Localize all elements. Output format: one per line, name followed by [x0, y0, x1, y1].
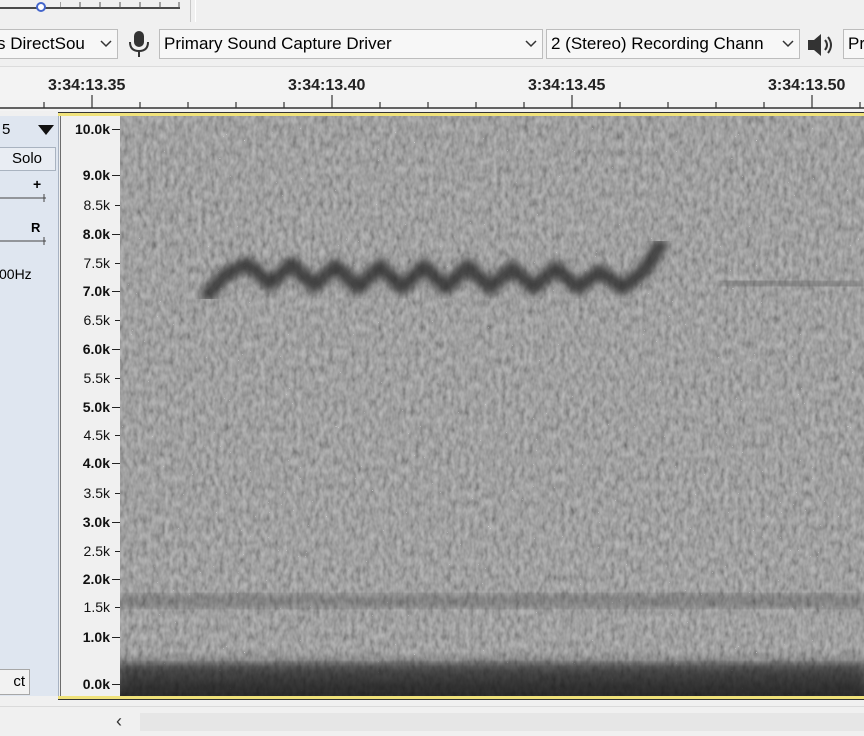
- select-button[interactable]: ct: [0, 669, 30, 695]
- dropdown-arrow-icon: [38, 125, 54, 135]
- frequency-tick: [112, 291, 120, 292]
- chevron-down-icon: [100, 40, 112, 48]
- frequency-label: 5.0k: [82, 399, 110, 415]
- scroll-track[interactable]: [140, 713, 864, 731]
- track-menu-button[interactable]: 5: [0, 118, 58, 142]
- frequency-label: 4.0k: [82, 455, 110, 471]
- recording-channels-select[interactable]: 2 (Stereo) Recording Chann: [546, 29, 800, 59]
- frequency-label: 4.5k: [83, 427, 110, 443]
- toolbar-divider: [195, 0, 196, 22]
- track-control-panel: 5 Solo + R 00Hz ct: [0, 116, 59, 696]
- speaker-icon: [808, 34, 832, 56]
- gain-slider[interactable]: [0, 193, 46, 203]
- frequency-tick: [112, 175, 120, 176]
- frequency-tick: [112, 463, 120, 464]
- frequency-label: 0.0k: [82, 676, 110, 692]
- recording-device-select[interactable]: Primary Sound Capture Driver: [159, 29, 543, 59]
- microphone-icon: [129, 31, 149, 57]
- solo-button[interactable]: Solo: [0, 147, 56, 171]
- track-name: 5: [2, 121, 11, 138]
- frequency-label: 6.0k: [82, 341, 110, 357]
- frequency-label: 3.0k: [82, 514, 110, 530]
- audio-host-select[interactable]: s DirectSou: [0, 29, 118, 59]
- frequency-tick: [112, 637, 120, 638]
- playback-device-select[interactable]: Pr: [843, 29, 864, 59]
- frequency-label: 6.5k: [83, 312, 110, 328]
- audio-host-value: s DirectSou: [0, 34, 85, 53]
- recording-device-value: Primary Sound Capture Driver: [164, 34, 392, 53]
- frequency-label: 7.0k: [82, 283, 110, 299]
- playback-device-value: Pr: [848, 34, 864, 53]
- recording-channels-value: 2 (Stereo) Recording Chann: [551, 34, 764, 53]
- frequency-tick: [112, 684, 120, 685]
- chevron-down-icon: [525, 40, 537, 48]
- frequency-label: 1.0k: [82, 629, 110, 645]
- timeline-label: 3:34:13.35: [48, 77, 126, 94]
- frequency-label: 7.5k: [83, 255, 110, 271]
- frequency-tick: [112, 129, 120, 130]
- frequency-label: 8.5k: [83, 197, 110, 213]
- pan-right-label: R: [31, 220, 41, 235]
- frequency-label: 2.0k: [82, 571, 110, 587]
- spectrogram-view[interactable]: [120, 116, 864, 696]
- frequency-tick: [112, 349, 120, 350]
- frequency-label: 10.0k: [74, 121, 110, 137]
- timeline-ticks: [0, 95, 864, 109]
- frequency-label: 8.0k: [82, 226, 110, 242]
- device-toolbar: s DirectSou Primary Sound Capture Driver…: [0, 24, 864, 67]
- timeline-ruler[interactable]: 3:34:13.35 3:34:13.40 3:34:13.45 3:34:13…: [0, 67, 864, 111]
- playback-speed-slider-thumb[interactable]: [36, 2, 46, 12]
- frequency-label: 5.5k: [83, 370, 110, 386]
- frequency-label: 1.5k: [83, 599, 110, 615]
- frequency-label: 2.5k: [83, 543, 110, 559]
- chevron-down-icon: [782, 40, 794, 48]
- toolbar-divider: [190, 0, 191, 22]
- pan-slider[interactable]: [0, 236, 46, 246]
- timeline-label: 3:34:13.50: [768, 77, 846, 94]
- slider-ticks: [60, 2, 180, 8]
- sample-rate-text: 00Hz: [0, 266, 32, 282]
- gain-plus-label: +: [33, 176, 42, 192]
- frequency-label: 9.0k: [82, 167, 110, 183]
- track-border-bottom: [58, 696, 864, 700]
- frequency-label: 3.5k: [83, 485, 110, 501]
- frequency-tick: [112, 234, 120, 235]
- frequency-tick: [112, 407, 120, 408]
- horizontal-scrollbar[interactable]: ‹: [0, 706, 864, 736]
- frequency-ruler[interactable]: 10.0k 9.0k 8.5k 8.0k 7.5k 7.0k 6.5k 6.0k 5.5k 5.0…: [60, 116, 120, 696]
- frequency-tick: [112, 579, 120, 580]
- timeline-label: 3:34:13.45: [528, 77, 606, 94]
- timeline-label: 3:34:13.40: [288, 77, 366, 94]
- frequency-tick: [112, 522, 120, 523]
- scroll-left-arrow-icon[interactable]: ‹: [116, 711, 122, 732]
- top-strip: [0, 0, 864, 24]
- spectrogram-image: [120, 116, 864, 696]
